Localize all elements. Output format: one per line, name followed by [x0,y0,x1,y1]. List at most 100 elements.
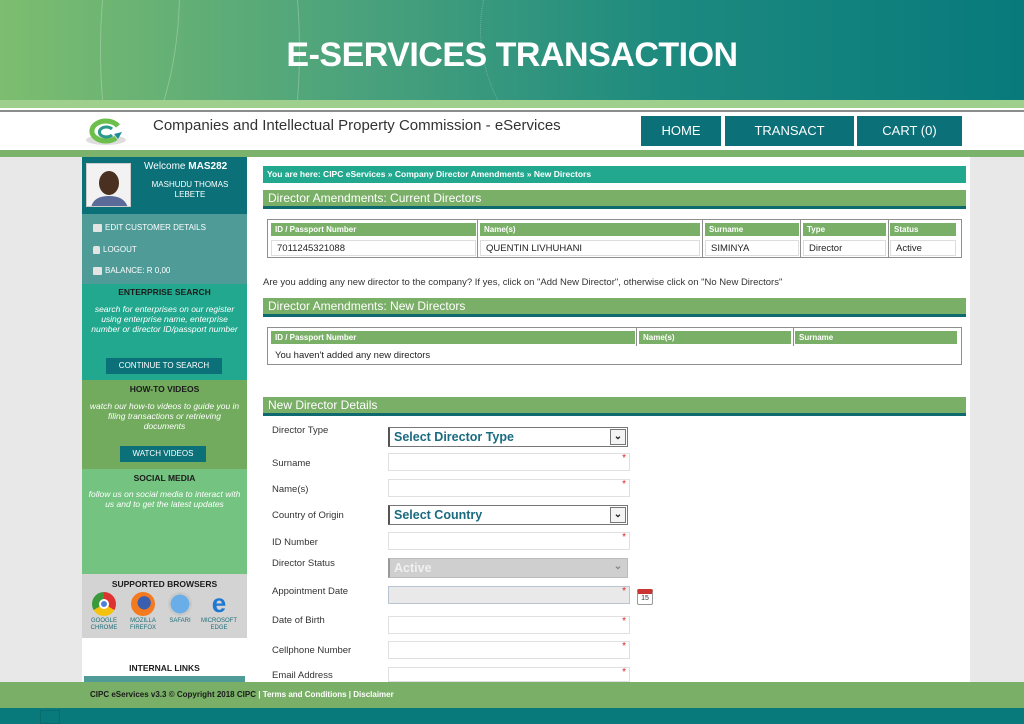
lock-icon [93,245,100,254]
how-to-videos-title: HOW-TO VIDEOS [129,384,200,394]
selected-value: Select Director Type [394,430,514,444]
banner-strip [0,100,1024,108]
browser-firefox[interactable]: MOZILLA FIREFOX [124,592,162,632]
calendar-icon[interactable]: 15 [637,589,653,605]
link-label: EDIT CUSTOMER DETAILS [105,223,206,232]
browser-label: FIREFOX [129,625,156,631]
account-menu: EDIT CUSTOMER DETAILS LOGOUT BALANCE: R … [82,214,247,284]
names-label: Name(s) [272,484,309,495]
surname-input[interactable]: * [388,453,630,471]
username: MAS282 [188,161,228,172]
current-directors-heading: Director Amendments: Current Directors [263,190,966,209]
firefox-icon [131,592,155,616]
edit-customer-details-link[interactable]: EDIT CUSTOMER DETAILS [93,223,206,232]
nav-cart[interactable]: CART (0) [857,116,962,146]
link-label: BALANCE: R 0,00 [105,266,171,275]
appointment-date-label: Appointment Date [272,586,349,597]
column-header: ID / Passport Number [271,331,635,344]
column-header: Status [890,223,956,236]
column-header: Name(s) [480,223,700,236]
terms-link[interactable]: Terms and Conditions [263,690,347,699]
balance-link[interactable]: BALANCE: R 0,00 [93,266,170,275]
appointment-date-input[interactable]: * [388,586,630,604]
column-divider [800,220,801,257]
table-cell-surname: SIMINYA [705,240,799,256]
enterprise-search-title: ENTERPRISE SEARCH [118,287,211,297]
country-label: Country of Origin [272,510,344,521]
watch-videos-button[interactable]: WATCH VIDEOS [120,446,206,462]
column-divider [888,220,889,257]
browser-chrome[interactable]: GOOGLE CHROME [85,592,123,632]
empty-table-message: You haven't added any new directors [275,350,431,361]
footer-separator: | [258,690,261,699]
disclaimer-link[interactable]: Disclaimer [353,690,393,699]
nav-transact[interactable]: TRANSACT [725,116,854,146]
cipc-logo[interactable] [82,118,130,146]
cellphone-label: Cellphone Number [272,645,352,656]
new-director-details-heading: New Director Details [263,397,966,416]
link-label: LOGOUT [103,245,137,254]
browser-label: EDGE [210,625,228,631]
site-name: Companies and Intellectual Property Comm… [153,117,561,134]
welcome-text: Welcome MAS282 [144,161,227,172]
wallet-icon [93,266,102,275]
browser-label: SAFARI [169,618,191,624]
browser-edge[interactable]: e MICROSOFT EDGE [200,590,238,632]
user-panel: Welcome MAS282 MASHUDU THOMAS LEBETE [82,157,247,214]
how-to-videos-text: watch our how-to videos to guide you in … [89,401,240,431]
browser-label: CHROME [90,625,118,631]
nav-home[interactable]: HOME [641,116,721,146]
column-divider [793,328,794,346]
supported-browsers-panel: SUPPORTED BROWSERS GOOGLE CHROME MOZILLA F… [82,574,247,638]
required-marker: * [622,667,626,678]
director-type-select[interactable]: Select Director Type ⌄ [388,427,628,447]
id-number-input[interactable]: * [388,532,630,550]
copyright-text: CIPC eServices v3.3 © Copyright 2018 CIP… [90,690,256,699]
table-cell-type: Director [803,240,886,256]
table-cell-names: QUENTIN LIVHUHANI [480,240,700,256]
browser-label: GOOGLE [90,618,117,624]
bottom-bar [0,708,1024,724]
names-input[interactable]: * [388,479,630,497]
continue-to-search-button[interactable]: CONTINUE TO SEARCH [106,358,222,374]
column-header: ID / Passport Number [271,223,476,236]
browser-label: MICROSOFT [201,618,237,624]
column-divider [702,220,703,257]
browser-safari[interactable]: SAFARI [161,592,199,625]
site-header: Companies and Intellectual Property Comm… [0,110,1024,150]
cellphone-input[interactable]: * [388,641,630,659]
internal-links-panel: INTERNAL LINKS [82,638,247,682]
header-divider [0,150,1024,157]
required-marker: * [622,479,626,490]
welcome-prefix: Welcome [144,161,186,172]
how-to-videos-panel: HOW-TO VIDEOS watch our how-to videos to… [82,380,247,469]
email-input[interactable]: * [388,667,630,682]
table-cell-status: Active [890,240,956,256]
column-header: Surname [795,331,957,344]
logout-link[interactable]: LOGOUT [93,245,137,254]
required-marker: * [622,616,626,627]
chrome-icon [92,592,116,616]
dob-input[interactable]: * [388,616,630,634]
current-directors-table: ID / Passport Number Name(s) Surname Typ… [267,219,962,258]
safari-icon [168,592,192,616]
required-marker: * [622,641,626,652]
bottom-tab [40,710,60,724]
enterprise-search-panel: ENTERPRISE SEARCH search for enterprises… [82,284,247,380]
dob-label: Date of Birth [272,615,325,626]
id-number-label: ID Number [272,537,318,548]
column-header: Name(s) [639,331,791,344]
chevron-down-icon: ⌄ [610,429,626,445]
country-select[interactable]: Select Country ⌄ [388,505,628,525]
column-divider [636,328,637,346]
chevron-down-icon: ⌄ [613,561,623,572]
banner-title: E-SERVICES TRANSACTION [286,36,738,74]
table-cell-id: 7011245321088 [271,240,476,256]
footer-separator: | [348,690,352,699]
main-content: You are here: CIPC eServices » Company D… [247,157,970,682]
director-status-label: Director Status [272,558,335,569]
required-marker: * [622,532,626,543]
column-header: Surname [705,223,799,236]
footer: CIPC eServices v3.3 © Copyright 2018 CIP… [0,682,1024,708]
new-directors-heading: Director Amendments: New Directors [263,298,966,317]
